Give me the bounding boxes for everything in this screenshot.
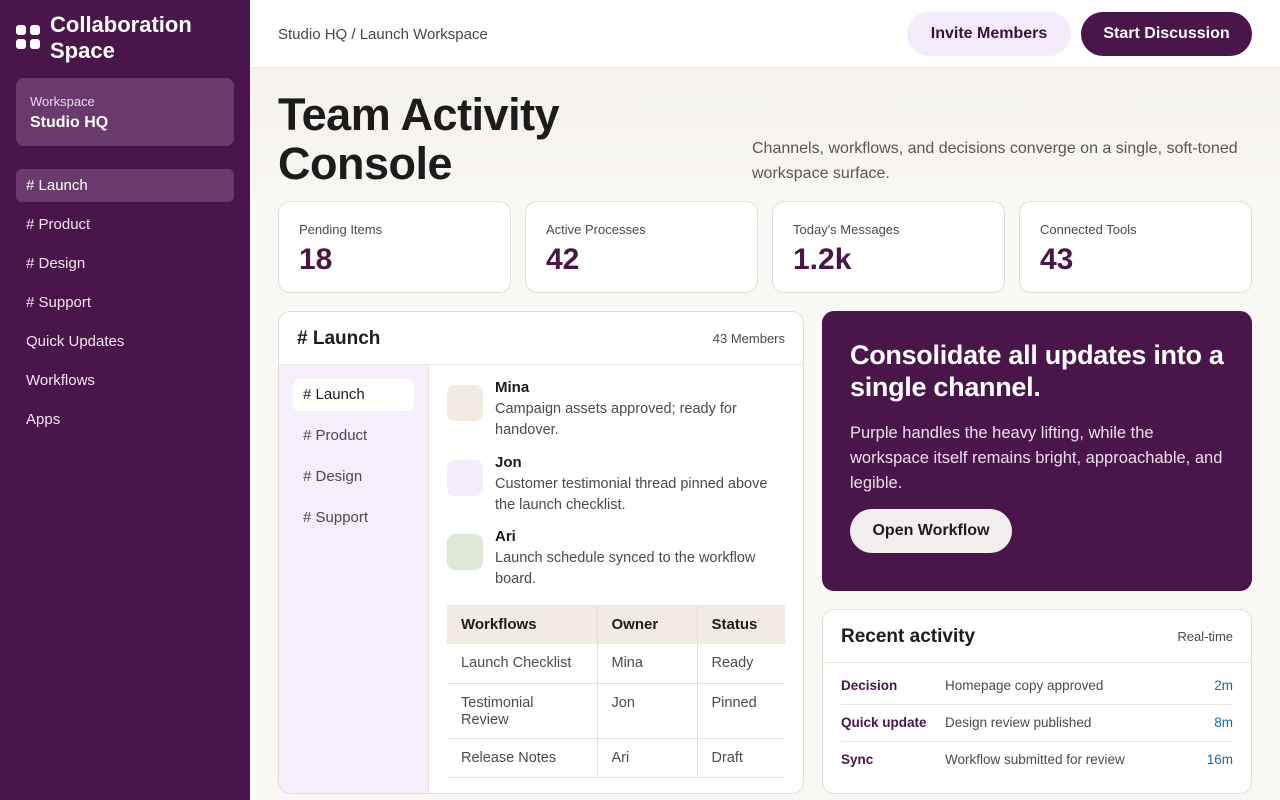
- workspace-name: Studio HQ: [30, 114, 109, 131]
- activity-type: Decision: [841, 678, 898, 693]
- brand-title: Collaboration Space: [50, 12, 192, 63]
- message-author: Jon: [495, 454, 522, 471]
- recent-activity-panel: Recent activity Real-time Decision Homep…: [822, 609, 1252, 794]
- sidebar-nav: # Launch # Product # Design # Support Qu…: [16, 169, 234, 442]
- stat-label: Active Processes: [546, 222, 646, 237]
- activity-type: Sync: [841, 752, 874, 767]
- message-text: Launch schedule synced to the workflow b…: [495, 550, 756, 587]
- channel-item-product[interactable]: # Product: [293, 420, 414, 452]
- status-cell: Ready: [697, 644, 785, 684]
- stat-value: 42: [546, 243, 580, 276]
- stat-label: Pending Items: [299, 222, 383, 237]
- stat-card-pending-items: Pending Items 18: [278, 201, 511, 293]
- activity-time: 2m: [1214, 678, 1233, 693]
- breadcrumb: Studio HQ / Launch Workspace: [278, 26, 488, 43]
- activity-row[interactable]: Sync Workflow submitted for review 16m: [841, 742, 1233, 779]
- table-row[interactable]: Testimonial Review Jon Pinned: [447, 683, 785, 739]
- message-author: Ari: [495, 528, 516, 545]
- channel-list: # Launch # Product # Design # Support: [279, 365, 429, 793]
- activity-description: Workflow submitted for review: [945, 752, 1125, 767]
- sidebar-item-design[interactable]: # Design: [16, 247, 234, 280]
- stat-label: Connected Tools: [1040, 222, 1137, 237]
- owner-cell: Ari: [597, 738, 698, 778]
- top-bar: Studio HQ / Launch Workspace Invite Memb…: [250, 0, 1280, 68]
- workspace-label: Workspace: [30, 94, 95, 109]
- column-header-status: Status: [697, 605, 785, 644]
- activity-time: 8m: [1214, 715, 1233, 730]
- grid-logo-icon: [16, 25, 40, 49]
- channel-panel: # Launch 43 Members # Launch # Product #…: [278, 311, 804, 794]
- sidebar-item-support[interactable]: # Support: [16, 286, 234, 319]
- workflows-table: Workflows Owner Status Launch Checklist …: [447, 605, 785, 778]
- message-author: Mina: [495, 379, 530, 396]
- owner-cell: Mina: [597, 644, 698, 684]
- stat-label: Today's Messages: [793, 222, 900, 237]
- table-row[interactable]: Release Notes Ari Draft: [447, 738, 785, 778]
- workflow-cell: Testimonial Review: [447, 683, 598, 739]
- workspace-switcher[interactable]: Workspace Studio HQ: [16, 78, 234, 146]
- channel-item-launch[interactable]: # Launch: [293, 379, 414, 411]
- recent-activity-header: Recent activity Real-time: [823, 610, 1251, 663]
- workflow-cell: Release Notes: [447, 738, 598, 778]
- stat-card-active-processes: Active Processes 42: [525, 201, 758, 293]
- stat-value: 43: [1040, 243, 1074, 276]
- activity-description: Design review published: [945, 715, 1092, 730]
- recent-activity-title: Recent activity: [841, 626, 976, 647]
- activity-description: Homepage copy approved: [945, 678, 1104, 693]
- sidebar-item-apps[interactable]: Apps: [16, 403, 234, 436]
- avatar: [447, 385, 483, 421]
- channel-item-design[interactable]: # Design: [293, 461, 414, 493]
- start-discussion-button[interactable]: Start Discussion: [1081, 12, 1252, 56]
- channel-title: # Launch: [297, 328, 381, 349]
- open-workflow-button[interactable]: Open Workflow: [850, 509, 1012, 553]
- avatar: [447, 534, 483, 570]
- page-subtitle: Channels, workflows, and decisions conve…: [752, 140, 1238, 182]
- invite-members-button[interactable]: Invite Members: [907, 12, 1071, 56]
- sidebar: Collaboration Space Workspace Studio HQ …: [0, 0, 250, 800]
- avatar: [447, 460, 483, 496]
- member-count[interactable]: 43 Members: [713, 331, 785, 346]
- message-text: Customer testimonial thread pinned above…: [495, 476, 768, 513]
- status-cell: Pinned: [697, 683, 785, 739]
- promo-text: Purple handles the heavy lifting, while …: [850, 424, 1223, 492]
- realtime-badge: Real-time: [1177, 629, 1233, 644]
- promo-title: Consolidate all updates into a single ch…: [850, 340, 1224, 402]
- table-row[interactable]: Launch Checklist Mina Ready: [447, 644, 785, 684]
- activity-row[interactable]: Decision Homepage copy approved 2m: [841, 668, 1233, 705]
- owner-cell: Jon: [597, 683, 698, 739]
- sidebar-item-quick-updates[interactable]: Quick Updates: [16, 325, 234, 358]
- brand: Collaboration Space: [16, 12, 220, 64]
- stat-card-todays-messages: Today's Messages 1.2k: [772, 201, 1005, 293]
- sidebar-item-launch[interactable]: # Launch: [16, 169, 234, 202]
- promo-card: Consolidate all updates into a single ch…: [822, 311, 1252, 591]
- stat-value: 18: [299, 243, 333, 276]
- page-title: Team Activity Console: [278, 89, 560, 189]
- activity-row[interactable]: Quick update Design review published 8m: [841, 705, 1233, 742]
- workflow-cell: Launch Checklist: [447, 644, 598, 684]
- sidebar-item-product[interactable]: # Product: [16, 208, 234, 241]
- status-cell: Draft: [697, 738, 785, 778]
- activity-time: 16m: [1206, 752, 1233, 767]
- sidebar-item-workflows[interactable]: Workflows: [16, 364, 234, 397]
- column-header-workflows: Workflows: [447, 605, 598, 644]
- stat-card-connected-tools: Connected Tools 43: [1019, 201, 1252, 293]
- channel-item-support[interactable]: # Support: [293, 502, 414, 534]
- stat-value: 1.2k: [793, 243, 852, 276]
- channel-header: # Launch 43 Members: [279, 312, 803, 365]
- column-header-owner: Owner: [597, 605, 698, 644]
- activity-type: Quick update: [841, 715, 927, 730]
- message-text: Campaign assets approved; ready for hand…: [495, 401, 737, 438]
